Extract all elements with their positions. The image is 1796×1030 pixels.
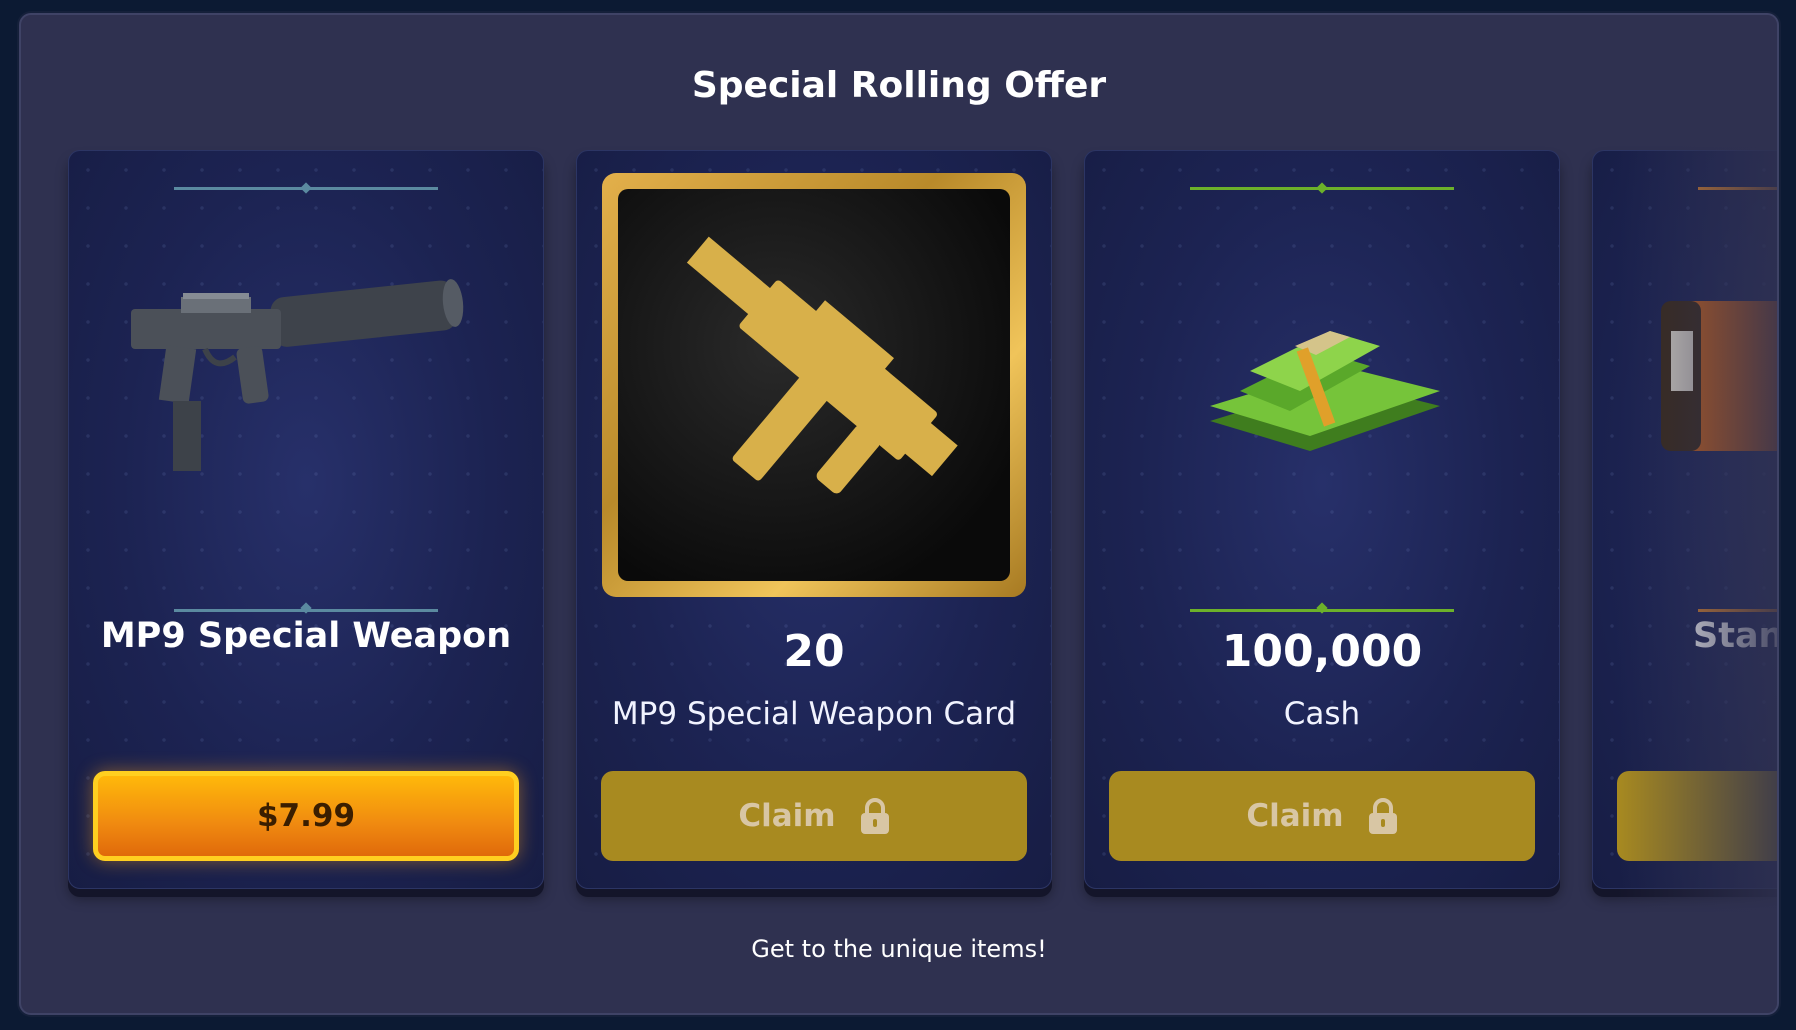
special-rolling-offer-panel: Special Rolling Offer MP9 Special Weapon… <box>19 13 1779 1015</box>
card-name: Stan <box>1693 616 1779 656</box>
offer-title: Special Rolling Offer <box>691 65 1107 106</box>
card-item-label: MP9 Special Weapon Card <box>611 696 1017 732</box>
card-divider-bottom <box>1698 609 1777 612</box>
weapon-card-frame <box>602 173 1026 597</box>
claim-label: Claim <box>738 798 836 834</box>
card-quantity: 20 <box>783 626 845 677</box>
orange-case-icon <box>1661 301 1777 451</box>
mp9-weapon-card-icon <box>686 236 958 494</box>
offer-card-mp9-weapon[interactable]: MP9 Special Weapon $7.99 <box>68 150 544 889</box>
mp9-weapon-icon <box>131 279 464 471</box>
card-divider-bottom <box>1190 609 1454 612</box>
cash-stack-icon <box>1210 331 1440 451</box>
claim-button[interactable] <box>1617 771 1777 861</box>
card-divider-top <box>174 187 438 190</box>
card-divider-top <box>1190 187 1454 190</box>
offer-card-weapon-card[interactable]: 20 MP9 Special Weapon Card Claim <box>576 150 1052 889</box>
buy-price-button[interactable]: $7.99 <box>93 771 519 861</box>
claim-label: Claim <box>1246 798 1344 834</box>
offer-card-partial[interactable]: Stan <box>1592 150 1779 889</box>
card-name: MP9 Special Weapon <box>100 616 512 656</box>
card-quantity: 100,000 <box>1221 626 1423 677</box>
claim-button[interactable]: Claim <box>1109 771 1535 861</box>
card-item-label: Cash <box>1283 696 1361 732</box>
claim-button[interactable]: Claim <box>601 771 1027 861</box>
lock-icon <box>1368 798 1397 834</box>
lock-icon <box>860 798 889 834</box>
card-divider-top <box>1698 187 1777 190</box>
offer-footer-text: Get to the unique items! <box>751 935 1047 963</box>
price-label: $7.99 <box>256 798 356 834</box>
card-divider-bottom <box>174 609 438 612</box>
offer-card-cash[interactable]: 100,000 Cash Claim <box>1084 150 1560 889</box>
